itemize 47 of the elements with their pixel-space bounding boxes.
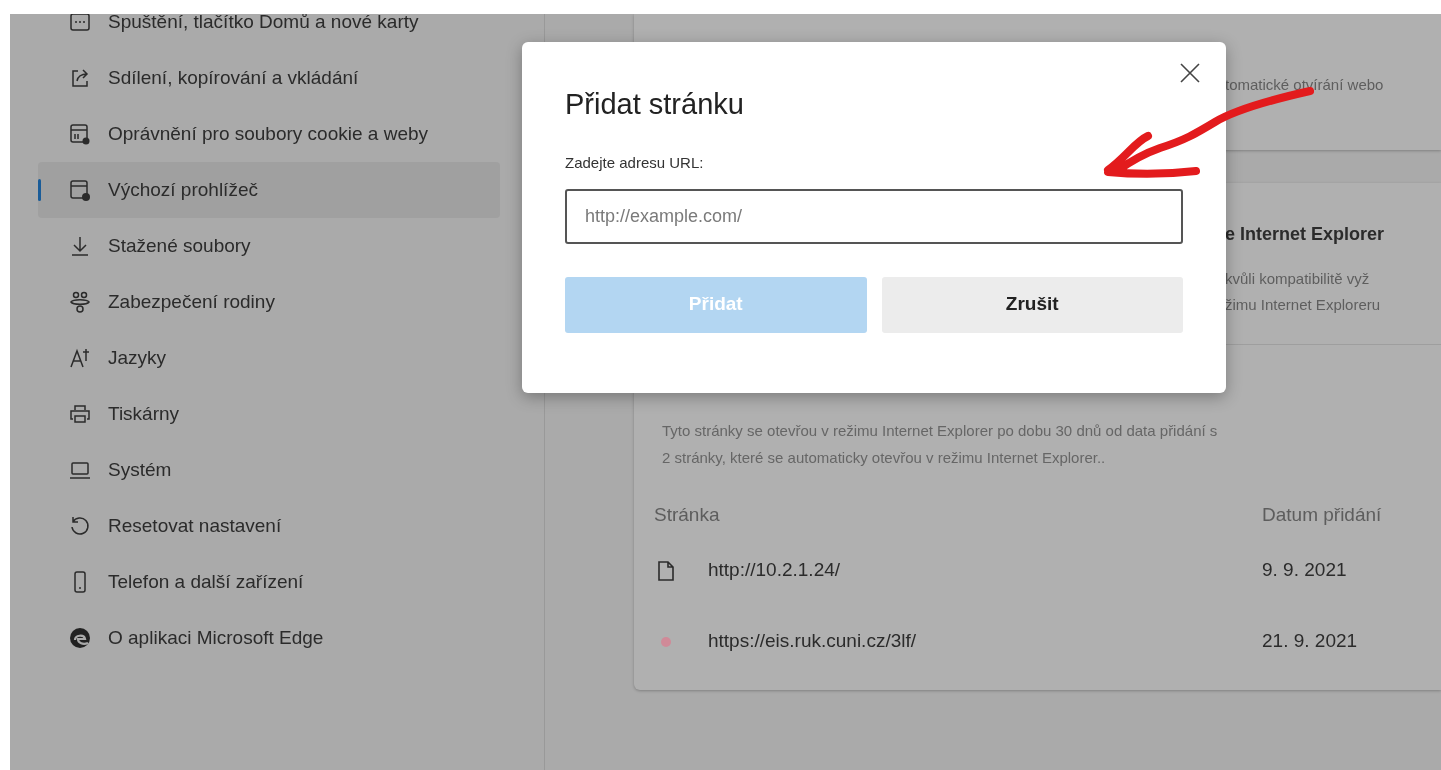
default-browser-icon bbox=[68, 178, 92, 202]
description-text: 2 stránky, které se automaticky otevřou v režimu Internet Explorer.. bbox=[662, 449, 1106, 466]
sidebar-item[interactable]: Oprávnění pro soubory cookie a weby bbox=[38, 106, 500, 162]
dialog-title: Přidat stránku bbox=[565, 87, 745, 122]
sidebar-item[interactable]: Tiskárny bbox=[38, 386, 500, 442]
cancel-button[interactable]: Zrušit bbox=[881, 276, 1183, 333]
sidebar-label: Výchozí prohlížeč bbox=[108, 178, 258, 202]
setting-description: kvůli kompatibilitě vyž bbox=[1225, 270, 1370, 287]
description-text: Tyto stránky se otevřou v režimu Internet Explorer po dobu 30 dnů od data přidání s bbox=[662, 422, 1218, 439]
date-added: 21. 9. 2021 bbox=[1262, 629, 1358, 654]
url-input-field[interactable]: http://example.com/ bbox=[565, 188, 1183, 244]
date-added: 9. 9. 2021 bbox=[1262, 558, 1347, 583]
page-url: http://10.2.1.24/ bbox=[708, 558, 841, 583]
page-icon bbox=[658, 560, 674, 581]
column-header: Stránka bbox=[654, 502, 720, 527]
sidebar-item[interactable]: Resetovat nastavení bbox=[38, 498, 500, 554]
sidebar-label: Oprávnění pro soubory cookie a weby bbox=[108, 122, 428, 146]
printer-icon bbox=[68, 402, 92, 426]
sidebar-label: Resetovat nastavení bbox=[108, 514, 282, 538]
cookie-settings-icon bbox=[68, 122, 92, 146]
family-icon bbox=[68, 290, 92, 314]
window-icon bbox=[68, 14, 92, 34]
sidebar-item[interactable]: Sdílení, kopírování a vkládání bbox=[38, 50, 500, 106]
sidebar-label: O aplikaci Microsoft Edge bbox=[108, 626, 324, 650]
column-header: Datum přidání bbox=[1262, 503, 1382, 525]
field-label: Zadejte adresu URL: bbox=[565, 153, 705, 173]
sidebar-item[interactable]: O aplikaci Microsoft Edge bbox=[38, 610, 500, 666]
reset-icon bbox=[68, 514, 92, 538]
sidebar-label: Sdílení, kopírování a vkládání bbox=[108, 66, 359, 90]
section-heading: e Internet Explorer bbox=[1225, 224, 1385, 244]
sidebar-item[interactable]: Stažené soubory bbox=[38, 218, 500, 274]
sidebar-item[interactable]: Zabezpečení rodiny bbox=[38, 274, 500, 330]
sidebar-label: Tiskárny bbox=[108, 402, 180, 426]
sidebar-item[interactable]: Systém bbox=[38, 442, 500, 498]
sidebar-label: Stažené soubory bbox=[108, 234, 251, 258]
sidebar-label: Jazyky bbox=[108, 346, 167, 370]
sidebar-item[interactable]: Telefon a další zařízení bbox=[38, 554, 500, 610]
edge-logo-icon bbox=[68, 626, 92, 650]
setting-description: žimu Internet Exploreru bbox=[1225, 296, 1381, 313]
sidebar-item[interactable]: Výchozí prohlížeč bbox=[38, 162, 500, 218]
language-icon bbox=[68, 346, 92, 370]
sidebar-label: Telefon a další zařízení bbox=[108, 570, 304, 594]
sidebar-item[interactable]: Jazyky bbox=[38, 330, 500, 386]
sidebar-label: Zabezpečení rodiny bbox=[108, 290, 275, 314]
page-url: https://eis.ruk.cuni.cz/3lf/ bbox=[708, 629, 917, 654]
close-icon[interactable] bbox=[1180, 63, 1200, 83]
sidebar-label: Systém bbox=[108, 458, 172, 482]
